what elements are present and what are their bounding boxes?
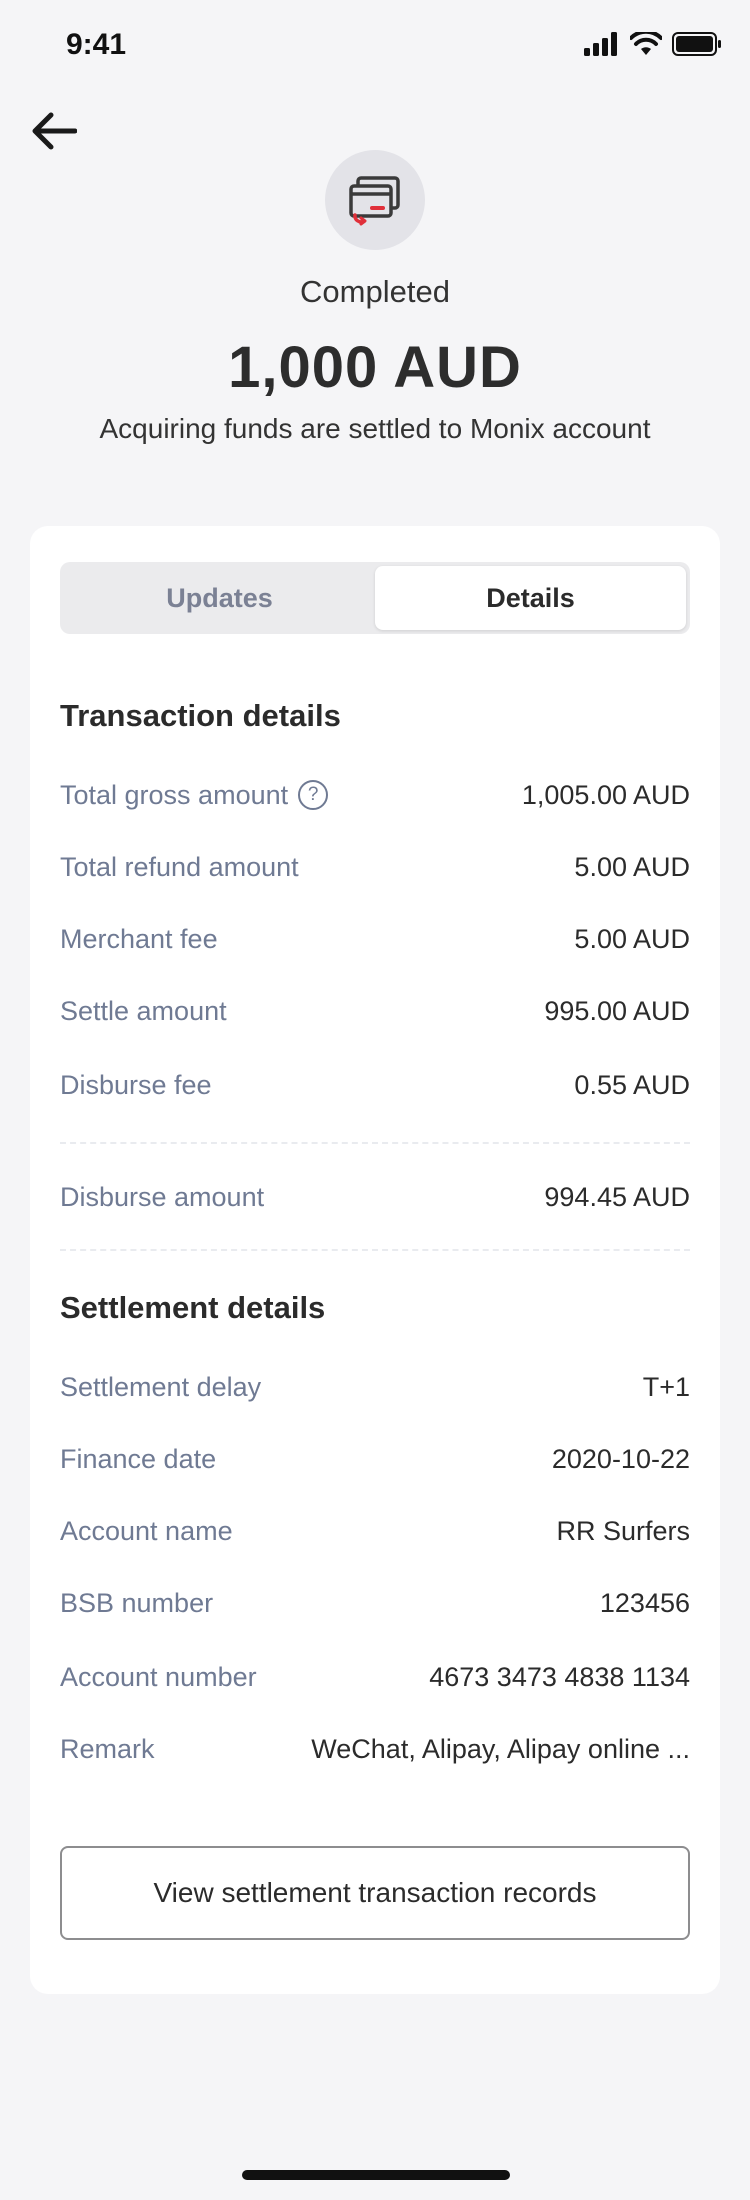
detail-row: Total gross amount ? 1,005.00 AUD [60, 775, 690, 815]
section-title-settlement: Settlement details [60, 1290, 326, 1325]
detail-row: Remark WeChat, Alipay, Alipay online ... [60, 1729, 690, 1769]
row-value: 123456 [599, 1587, 690, 1618]
row-label: Disburse amount [60, 1181, 265, 1212]
divider [60, 1249, 690, 1251]
card-refund-icon [325, 150, 425, 250]
amount-total: 1,000 AUD [228, 335, 522, 400]
status-icons [584, 32, 722, 56]
home-indicator[interactable] [242, 2170, 510, 2180]
row-label: Settlement delay [60, 1371, 262, 1402]
signal-icon [584, 32, 617, 56]
row-value: WeChat, Alipay, Alipay online ... [311, 1733, 690, 1764]
detail-row: Settle amount 995.00 AUD [60, 991, 690, 1031]
detail-row: Disburse fee 0.55 AUD [60, 1065, 690, 1105]
transaction-summary: Completed 1,000 AUD Acquiring funds are … [0, 150, 750, 445]
detail-row: Account number 4673 3473 4838 1134 [60, 1657, 690, 1697]
status-label: Completed [300, 274, 450, 309]
row-label-wrap: Total gross amount ? [60, 779, 329, 811]
status-bar: 9:41 [0, 0, 750, 92]
arrow-left-icon [32, 112, 77, 150]
row-label: Account number [60, 1661, 257, 1692]
row-label: BSB number [60, 1587, 214, 1618]
row-value: 5.00 AUD [574, 923, 690, 954]
tab-updates[interactable]: Updates [64, 566, 375, 630]
row-value: 4673 3473 4838 1134 [429, 1661, 690, 1692]
row-value: RR Surfers [556, 1515, 690, 1546]
row-value: T+1 [642, 1371, 690, 1402]
wifi-icon [630, 32, 662, 55]
row-value: 2020-10-22 [551, 1443, 690, 1474]
divider [60, 1142, 690, 1144]
detail-row: Account name RR Surfers [60, 1511, 690, 1551]
settlement-description: Acquiring funds are settled to Monix acc… [99, 413, 651, 444]
row-label: Settle amount [60, 995, 227, 1026]
segmented-tabs: Updates Details [60, 562, 690, 634]
detail-row: Finance date 2020-10-22 [60, 1439, 690, 1479]
row-label: Total gross amount [60, 779, 289, 810]
question-circle-icon[interactable]: ? [298, 780, 329, 810]
detail-row: Settlement delay T+1 [60, 1367, 690, 1407]
row-value: 994.45 AUD [544, 1181, 690, 1212]
detail-row: Total refund amount 5.00 AUD [60, 847, 690, 887]
row-label: Remark [60, 1733, 155, 1764]
detail-row: Disburse amount 994.45 AUD [60, 1177, 690, 1217]
row-value: 0.55 AUD [574, 1069, 690, 1100]
row-value: 5.00 AUD [574, 851, 690, 882]
row-value: 995.00 AUD [544, 995, 690, 1026]
row-label: Account name [60, 1515, 233, 1546]
battery-icon [672, 32, 721, 56]
view-records-button[interactable]: View settlement transaction records [60, 1846, 690, 1940]
detail-row: Merchant fee 5.00 AUD [60, 919, 690, 959]
status-time: 9:41 [66, 28, 127, 61]
row-label: Total refund amount [60, 851, 299, 882]
tab-details[interactable]: Details [375, 566, 686, 630]
row-value: 1,005.00 AUD [521, 779, 690, 810]
detail-row: BSB number 123456 [60, 1583, 690, 1623]
row-label: Finance date [60, 1443, 217, 1474]
row-label: Disburse fee [60, 1069, 212, 1100]
row-label: Merchant fee [60, 923, 218, 954]
back-button[interactable] [26, 106, 82, 156]
section-title-transaction: Transaction details [60, 698, 341, 733]
details-card: Updates Details Transaction details Tota… [30, 526, 720, 1994]
